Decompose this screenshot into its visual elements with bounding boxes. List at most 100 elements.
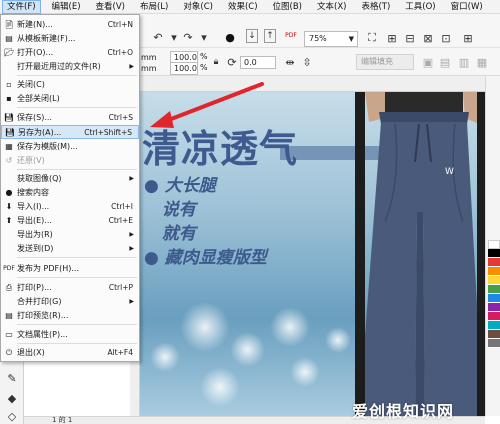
swatch-green[interactable] <box>488 285 500 294</box>
submenu-arrow-icon: ▶ <box>129 231 134 238</box>
resample-icon[interactable]: ▥ <box>456 54 472 70</box>
redo-icon[interactable]: ↷ <box>180 29 196 45</box>
swatch-orange[interactable] <box>488 267 500 276</box>
document-canvas[interactable]: 清凉透气 ● 大长腿 说有 就有 ● 藏肉显瘦版型 W <box>140 92 485 416</box>
pdf-icon: PDF <box>3 265 15 272</box>
menu-item-close-all[interactable]: ▪ 全部关闭(L) <box>1 92 139 105</box>
doc-props-icon: ▭ <box>5 330 13 339</box>
menu-item-open[interactable]: 📂︎ 打开(O)... Ctrl+O <box>1 46 139 59</box>
menu-item-close[interactable]: ▫ 关闭(C) <box>1 78 139 91</box>
snap-grid-icon[interactable]: ⊞ <box>384 30 400 46</box>
rotation-field[interactable]: 0.0 <box>240 56 276 69</box>
exit-icon: ⏻ <box>5 347 13 357</box>
import-icon[interactable]: ↓ <box>246 29 258 43</box>
feature-text: 就有 <box>161 224 196 244</box>
menu-item-merge-print[interactable]: 合并打印(G) ▶ <box>1 295 139 308</box>
menu-item-new[interactable]: 📄︎ 新建(N)... Ctrl+N <box>1 18 139 31</box>
menu-item-print[interactable]: ⎙ 打印(P)... Ctrl+P <box>1 281 139 294</box>
swatch-yellow[interactable] <box>488 276 500 285</box>
menu-item-document-properties[interactable]: ▭ 文档属性(P)... <box>1 328 139 341</box>
zoom-value: 75% <box>309 34 327 43</box>
menu-item-export[interactable]: ⬆ 导出(E)... Ctrl+E <box>1 214 139 227</box>
menu-object[interactable]: 对象(C) <box>179 0 217 14</box>
swatch-black[interactable] <box>488 249 500 258</box>
eyedropper-icon[interactable]: ✎ <box>4 370 20 386</box>
lock-ratio-icon[interactable]: 🔒︎ <box>208 54 224 70</box>
swatch-gray[interactable] <box>488 339 500 348</box>
bokeh-light <box>150 342 180 372</box>
new-doc-icon: 📄︎ <box>3 20 15 29</box>
page-count-text: 1 的 1 <box>52 416 73 424</box>
print-icon: ⎙ <box>5 282 13 292</box>
print-preview-icon: ▤ <box>5 311 13 320</box>
corel-connect-icon[interactable]: ● <box>222 29 238 45</box>
zoom-dropdown[interactable]: 75% ▼ <box>304 31 358 47</box>
trace-icon[interactable]: ▣ <box>420 54 436 70</box>
swatch-cyan[interactable] <box>488 321 500 330</box>
search-content-icon: ● <box>5 188 13 197</box>
menu-item-save-as[interactable]: 💾︎ 另存为(A)... Ctrl+Shift+S <box>1 125 139 139</box>
menu-layout[interactable]: 布局(L) <box>136 0 172 14</box>
menu-item-acquire-image[interactable]: 获取图像(Q) ▶ <box>1 172 139 185</box>
bokeh-light <box>290 357 320 387</box>
menu-file[interactable]: 文件(F) <box>2 0 41 14</box>
menu-edit[interactable]: 编辑(E) <box>48 0 85 14</box>
save-template-icon: ▦ <box>5 142 13 151</box>
snap-objects-icon[interactable]: ⊠ <box>420 30 436 46</box>
menu-item-save[interactable]: 💾︎ 保存(S)... Ctrl+S <box>1 111 139 124</box>
menu-separator <box>17 343 137 344</box>
export-icon[interactable]: ↑ <box>264 29 276 43</box>
menu-item-new-from-template[interactable]: ▤ 从模板新建(F)... <box>1 32 139 45</box>
menu-item-print-preview[interactable]: ▤ 打印预览(R)... <box>1 309 139 322</box>
swatch-brown[interactable] <box>488 330 500 339</box>
pdf-icon[interactable]: PDF <box>283 27 299 43</box>
menu-item-revert[interactable]: ↺ 还原(V) <box>1 154 139 167</box>
swatch-white[interactable] <box>488 240 500 249</box>
menu-separator <box>17 257 137 258</box>
menu-separator <box>17 107 137 108</box>
fill-icon[interactable]: ◆ <box>4 390 20 406</box>
scale-y-field[interactable]: 100.0 <box>170 62 198 75</box>
menu-item-search-content[interactable]: ● 搜索内容 <box>1 186 139 199</box>
scale-unit-y: % <box>200 63 208 72</box>
crop-icon[interactable]: ▤ <box>437 54 453 70</box>
menu-item-export-as[interactable]: 导出为(R) ▶ <box>1 228 139 241</box>
menu-item-send-to[interactable]: 发送到(D) ▶ <box>1 242 139 255</box>
snap-page-icon[interactable]: ⊡ <box>438 30 454 46</box>
menu-item-publish-pdf[interactable]: PDF 发布为 PDF(H)... <box>1 262 139 275</box>
redo-dropdown-icon[interactable]: ▾ <box>196 29 212 45</box>
svg-text:W: W <box>445 167 454 177</box>
menu-window[interactable]: 窗口(W) <box>447 0 487 14</box>
interactive-fill-icon[interactable]: ◇ <box>4 408 20 424</box>
menu-bitmaps[interactable]: 位图(B) <box>269 0 306 14</box>
swatch-red[interactable] <box>488 258 500 267</box>
feature-text: 大长腿 <box>164 176 216 196</box>
menu-separator <box>17 75 137 76</box>
mirror-h-icon[interactable]: ⇹ <box>282 54 298 70</box>
feature-item: 说有 <box>144 198 267 222</box>
menu-tools[interactable]: 工具(O) <box>401 0 439 14</box>
menu-item-save-as-template[interactable]: ▦ 保存为模版(M)... <box>1 140 139 153</box>
menu-item-import[interactable]: ⬇ 导入(I)... Ctrl+I <box>1 200 139 213</box>
undo-icon[interactable]: ↶ <box>150 29 166 45</box>
menu-text[interactable]: 文本(X) <box>313 0 350 14</box>
menu-item-open-recent[interactable]: 打开最近用过的文件(R) ▶ <box>1 60 139 73</box>
full-screen-icon[interactable]: ⛶ <box>364 30 380 46</box>
bitmap-icon[interactable]: ▦ <box>474 54 490 70</box>
menu-table[interactable]: 表格(T) <box>357 0 394 14</box>
mirror-v-icon[interactable]: ⇳ <box>299 54 315 70</box>
menu-effects[interactable]: 效果(C) <box>224 0 262 14</box>
edit-fill-button[interactable]: 编辑填充 <box>356 54 414 70</box>
swatch-blue[interactable] <box>488 294 500 303</box>
swatch-magenta[interactable] <box>488 312 500 321</box>
feature-text: 藏肉显瘦版型 <box>164 248 267 268</box>
app-window: 文件(F) 编辑(E) 查看(V) 布局(L) 对象(C) 效果(C) 位图(B… <box>0 0 500 424</box>
swatch-purple[interactable] <box>488 303 500 312</box>
settings-icon[interactable]: ⊞ <box>460 30 476 46</box>
submenu-arrow-icon: ▶ <box>129 175 134 182</box>
menu-item-exit[interactable]: ⏻ 退出(X) Alt+F4 <box>1 346 139 359</box>
feature-item: ● 藏肉显瘦版型 <box>144 248 267 268</box>
snap-guides-icon[interactable]: ⊟ <box>402 30 418 46</box>
menu-view[interactable]: 查看(V) <box>92 0 129 14</box>
close-doc-icon: ▫ <box>6 80 12 89</box>
